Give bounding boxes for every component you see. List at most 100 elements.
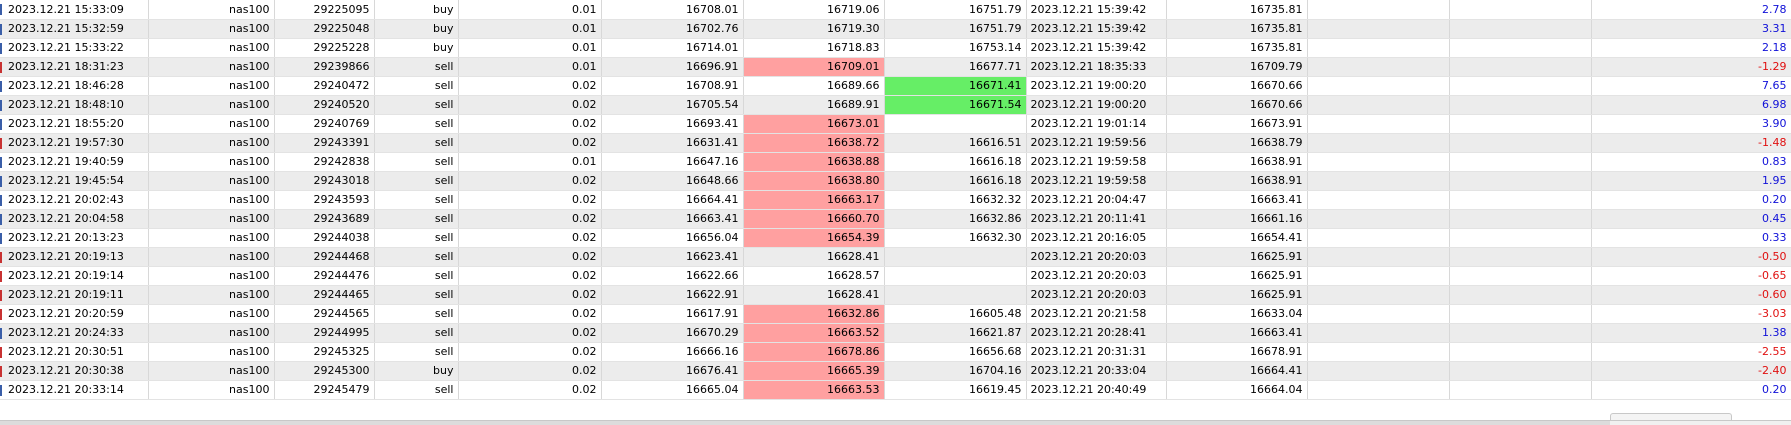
open-time-cell: 2023.12.21 19:57:30 [0,133,149,153]
open-price-cell: 16708.01 [601,0,744,20]
empty-cell [1307,190,1450,210]
table-row[interactable]: 2023.12.21 18:31:23 nas100 29239866 sell 0.0… [0,57,1791,77]
profit-cell: 2.18 [1591,38,1791,58]
table-row[interactable]: 2023.12.21 20:02:43 nas100 29243593 sell 0.0… [0,190,1791,210]
ticket-cell: 29239866 [274,57,375,77]
take-profit-cell [884,266,1027,286]
empty-cell [1449,266,1592,286]
open-price-cell: 16665.04 [601,380,744,400]
ticket-cell: 29245325 [274,342,375,362]
empty-cell [1307,285,1450,305]
open-price-cell: 16702.76 [601,19,744,39]
stop-loss-cell: 16654.39 [743,228,885,248]
profit-cell: 0.83 [1591,152,1791,172]
table-row[interactable]: 2023.12.21 20:24:33 nas100 29244995 sell 0.0… [0,323,1791,343]
table-row[interactable]: 2023.12.21 20:19:11 nas100 29244465 sell 0.0… [0,285,1791,305]
ticket-cell: 29245479 [274,380,375,400]
close-price-cell: 16625.91 [1166,285,1308,305]
open-price-cell: 16676.41 [601,361,744,381]
empty-cell [1307,342,1450,362]
ticket-cell: 29240520 [274,95,375,115]
volume-cell: 0.01 [458,57,602,77]
table-row[interactable]: 2023.12.21 19:57:30 nas100 29243391 sell 0.0… [0,133,1791,153]
empty-cell [1449,380,1592,400]
table-row[interactable]: 2023.12.21 20:19:14 nas100 29244476 sell 0.0… [0,266,1791,286]
volume-cell: 0.01 [458,19,602,39]
open-price-cell: 16666.16 [601,342,744,362]
table-row[interactable]: 2023.12.21 18:55:20 nas100 29240769 sell 0.0… [0,114,1791,134]
type-cell: sell [374,285,459,305]
ticket-cell: 29244468 [274,247,375,267]
close-price-cell: 16735.81 [1166,19,1308,39]
table-row[interactable]: 2023.12.21 20:33:14 nas100 29245479 sell 0.0… [0,380,1791,400]
stop-loss-cell: 16718.83 [743,38,885,58]
stop-loss-cell: 16663.53 [743,380,885,400]
open-time-cell: 2023.12.21 20:19:13 [0,247,149,267]
open-price-cell: 16705.54 [601,95,744,115]
take-profit-cell: 16605.48 [884,304,1027,324]
open-price-cell: 16623.41 [601,247,744,267]
table-row[interactable]: 2023.12.21 19:45:54 nas100 29243018 sell 0.0… [0,171,1791,191]
table-row[interactable]: 2023.12.21 20:04:58 nas100 29243689 sell 0.0… [0,209,1791,229]
ticket-cell: 29245300 [274,361,375,381]
table-row[interactable]: 2023.12.21 20:19:13 nas100 29244468 sell 0.0… [0,247,1791,267]
open-price-cell: 16670.29 [601,323,744,343]
table-row[interactable]: 2023.12.21 20:20:59 nas100 29244565 sell 0.0… [0,304,1791,324]
stop-loss-cell: 16638.80 [743,171,885,191]
table-row[interactable]: 2023.12.21 15:33:09 nas100 29225095 buy 0.01… [0,0,1791,20]
ticket-cell: 29240769 [274,114,375,134]
volume-cell: 0.02 [458,342,602,362]
table-row[interactable]: 2023.12.21 18:46:28 nas100 29240472 sell 0.0… [0,76,1791,96]
take-profit-cell: 16632.32 [884,190,1027,210]
table-row[interactable]: 2023.12.21 18:48:10 nas100 29240520 sell 0.0… [0,95,1791,115]
empty-cell [1449,190,1592,210]
close-time-cell: 2023.12.21 19:59:58 [1026,171,1167,191]
table-row[interactable]: 2023.12.21 20:30:51 nas100 29245325 sell 0.0… [0,342,1791,362]
stop-loss-cell: 16665.39 [743,361,885,381]
type-cell: sell [374,76,459,96]
empty-cell [1307,152,1450,172]
symbol-cell: nas100 [148,76,275,96]
volume-cell: 0.02 [458,190,602,210]
symbol-cell: nas100 [148,361,275,381]
empty-cell [1449,38,1592,58]
symbol-cell: nas100 [148,190,275,210]
profit-cell: 0.20 [1591,190,1791,210]
horizontal-scrollbar-thumb[interactable] [0,421,1610,425]
profit-cell: 3.90 [1591,114,1791,134]
close-time-cell: 2023.12.21 20:20:03 [1026,247,1167,267]
table-row[interactable]: 2023.12.21 15:33:22 nas100 29225228 buy 0.01… [0,38,1791,58]
ticket-cell: 29243689 [274,209,375,229]
open-price-cell: 16622.91 [601,285,744,305]
close-price-cell: 16625.91 [1166,247,1308,267]
horizontal-scrollbar[interactable] [0,420,1791,425]
empty-cell [1307,304,1450,324]
close-price-cell: 16670.66 [1166,95,1308,115]
ticket-cell: 29240472 [274,76,375,96]
empty-cell [1449,0,1592,20]
ticket-cell: 29242838 [274,152,375,172]
table-row[interactable]: 2023.12.21 19:40:59 nas100 29242838 sell 0.0… [0,152,1791,172]
close-price-cell: 16670.66 [1166,76,1308,96]
stop-loss-cell: 16719.06 [743,0,885,20]
empty-cell [1449,152,1592,172]
table-row[interactable]: 2023.12.21 20:30:38 nas100 29245300 buy 0.02… [0,361,1791,381]
stop-loss-cell: 16628.41 [743,247,885,267]
symbol-cell: nas100 [148,342,275,362]
stop-loss-cell: 16689.66 [743,76,885,96]
close-price-cell: 16663.41 [1166,323,1308,343]
empty-cell [1449,57,1592,77]
take-profit-cell: 16753.14 [884,38,1027,58]
empty-cell [1449,228,1592,248]
volume-cell: 0.02 [458,209,602,229]
symbol-cell: nas100 [148,95,275,115]
empty-cell [1307,133,1450,153]
table-row[interactable]: 2023.12.21 15:32:59 nas100 29225048 buy 0.01… [0,19,1791,39]
empty-cell [1307,361,1450,381]
open-price-cell: 16663.41 [601,209,744,229]
symbol-cell: nas100 [148,228,275,248]
profit-cell: 0.20 [1591,380,1791,400]
close-price-cell: 16638.91 [1166,152,1308,172]
profit-cell: -2.55 [1591,342,1791,362]
table-row[interactable]: 2023.12.21 20:13:23 nas100 29244038 sell 0.0… [0,228,1791,248]
